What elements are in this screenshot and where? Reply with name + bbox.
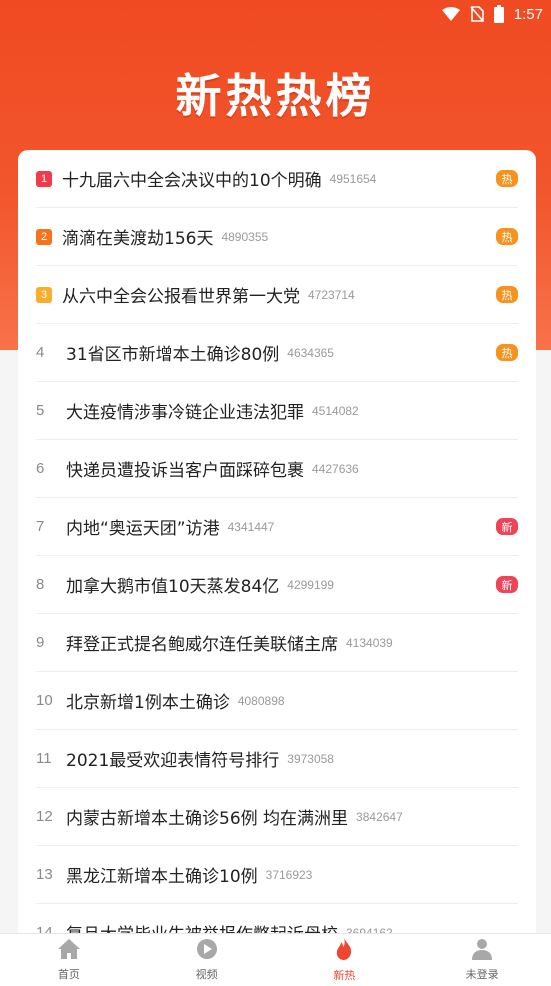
nav-label: 新热	[333, 969, 356, 982]
list-item[interactable]: 8 加拿大鹅市值10天蒸发84亿 4299199 新	[36, 556, 518, 614]
heat-count: 4723714	[308, 287, 355, 302]
rank-number: 11	[36, 750, 52, 767]
list-item-title: 内地“奥运天团”访港	[66, 519, 220, 539]
list-item-title: 黑龙江新增本土确诊10例	[66, 867, 258, 887]
rank-number: 3	[36, 286, 52, 303]
nav-item-user[interactable]: 未登录	[413, 934, 551, 986]
flame-icon	[334, 937, 354, 964]
list-item-title: 滴滴在美渡劫156天	[62, 229, 214, 249]
nav-item-video[interactable]: 视频	[138, 934, 276, 986]
list-item-title: 从六中全会公报看世界第一大党	[62, 287, 300, 307]
heat-count: 4951654	[329, 171, 377, 186]
new-badge: 新	[496, 518, 518, 535]
list-item[interactable]: 7 内地“奥运天团”访港 4341447 新	[36, 498, 518, 556]
hot-badge: 热	[496, 228, 518, 245]
list-item[interactable]: 4 31省区市新增本土确诊80例 4634365 热	[36, 324, 518, 382]
heat-count: 4299199	[287, 577, 334, 592]
ranking-card: 1 十九届六中全会决议中的10个明确 4951654 热 2 滴滴在美渡劫156天 4890…	[18, 150, 536, 940]
list-item-title: 拜登正式提名鲍威尔连任美联储主席	[66, 635, 338, 655]
user-icon	[471, 938, 493, 963]
nav-label: 视频	[195, 968, 218, 981]
list-item[interactable]: 13 黑龙江新增本土确诊10例 3716923	[36, 846, 518, 904]
rank-number: 13	[36, 866, 53, 883]
rank-number: 7	[36, 518, 45, 535]
rank-number: 6	[36, 460, 45, 477]
rank-number: 8	[36, 576, 45, 593]
list-item-title: 2021最受欢迎表情符号排行	[66, 751, 280, 771]
heat-count: 3973058	[287, 751, 334, 766]
hot-badge: 热	[496, 344, 518, 361]
list-item[interactable]: 10 北京新增1例本土确诊 4080898	[36, 672, 518, 730]
list-item[interactable]: 1 十九届六中全会决议中的10个明确 4951654 热	[36, 150, 518, 208]
nav-label: 未登录	[465, 968, 499, 981]
status-time: 1:57	[513, 5, 543, 23]
list-item[interactable]: 11 2021最受欢迎表情符号排行 3973058	[36, 730, 518, 788]
heat-count: 4514082	[312, 403, 359, 418]
heat-count: 4427636	[312, 461, 359, 476]
nav-item-home[interactable]: 首页	[0, 934, 138, 986]
heat-count: 4341447	[227, 519, 275, 534]
heat-count: 4634365	[287, 345, 334, 360]
page-title: 新热热榜	[175, 69, 376, 123]
heat-count: 4080898	[237, 693, 285, 708]
rank-number: 5	[36, 402, 45, 419]
nav-label: 首页	[57, 968, 80, 981]
heat-count: 3716923	[265, 867, 313, 882]
ranking-list: 1 十九届六中全会决议中的10个明确 4951654 热 2 滴滴在美渡劫156天 4890…	[18, 150, 536, 940]
new-badge: 新	[496, 576, 518, 593]
list-item[interactable]: 12 内蒙古新增本土确诊56例 均在满洲里 3842647	[36, 788, 518, 846]
heat-count: 4134039	[346, 635, 393, 650]
home-icon	[57, 938, 81, 963]
wifi-icon	[441, 7, 460, 21]
no-sim-icon	[470, 6, 484, 22]
rank-number: 2	[36, 228, 52, 245]
list-item-title: 加拿大鹅市值10天蒸发84亿	[66, 577, 280, 597]
rank-number: 10	[36, 692, 53, 709]
bottom-nav: 首页 视频 新热 未登录	[0, 933, 551, 986]
list-item-title: 内蒙古新增本土确诊56例 均在满洲里	[66, 809, 349, 829]
list-item-title: 快递员遭投诉当客户面踩碎包裹	[66, 461, 304, 481]
nav-item-flame[interactable]: 新热	[276, 934, 414, 986]
list-item-title: 31省区市新增本土确诊80例	[66, 345, 280, 365]
hot-badge: 热	[496, 170, 518, 187]
list-item[interactable]: 2 滴滴在美渡劫156天 4890355 热	[36, 208, 518, 266]
list-item[interactable]: 3 从六中全会公报看世界第一大党 4723714 热	[36, 266, 518, 324]
rank-number: 12	[36, 808, 53, 825]
status-bar: 1:57	[0, 0, 551, 30]
list-item[interactable]: 9 拜登正式提名鲍威尔连任美联储主席 4134039	[36, 614, 518, 672]
rank-number: 9	[36, 634, 45, 651]
heat-count: 4890355	[221, 229, 269, 244]
list-item[interactable]: 5 大连疫情涉事冷链企业违法犯罪 4514082	[36, 382, 518, 440]
hot-badge: 热	[496, 286, 518, 303]
battery-icon	[493, 5, 504, 23]
heat-count: 3842647	[356, 809, 403, 824]
list-item[interactable]: 6 快递员遭投诉当客户面踩碎包裹 4427636	[36, 440, 518, 498]
list-item-title: 大连疫情涉事冷链企业违法犯罪	[66, 403, 304, 423]
rank-number: 4	[36, 344, 45, 361]
rank-number: 1	[36, 170, 52, 187]
list-item-title: 十九届六中全会决议中的10个明确	[62, 171, 322, 191]
video-icon	[196, 938, 218, 963]
list-item-title: 北京新增1例本土确诊	[66, 693, 230, 713]
